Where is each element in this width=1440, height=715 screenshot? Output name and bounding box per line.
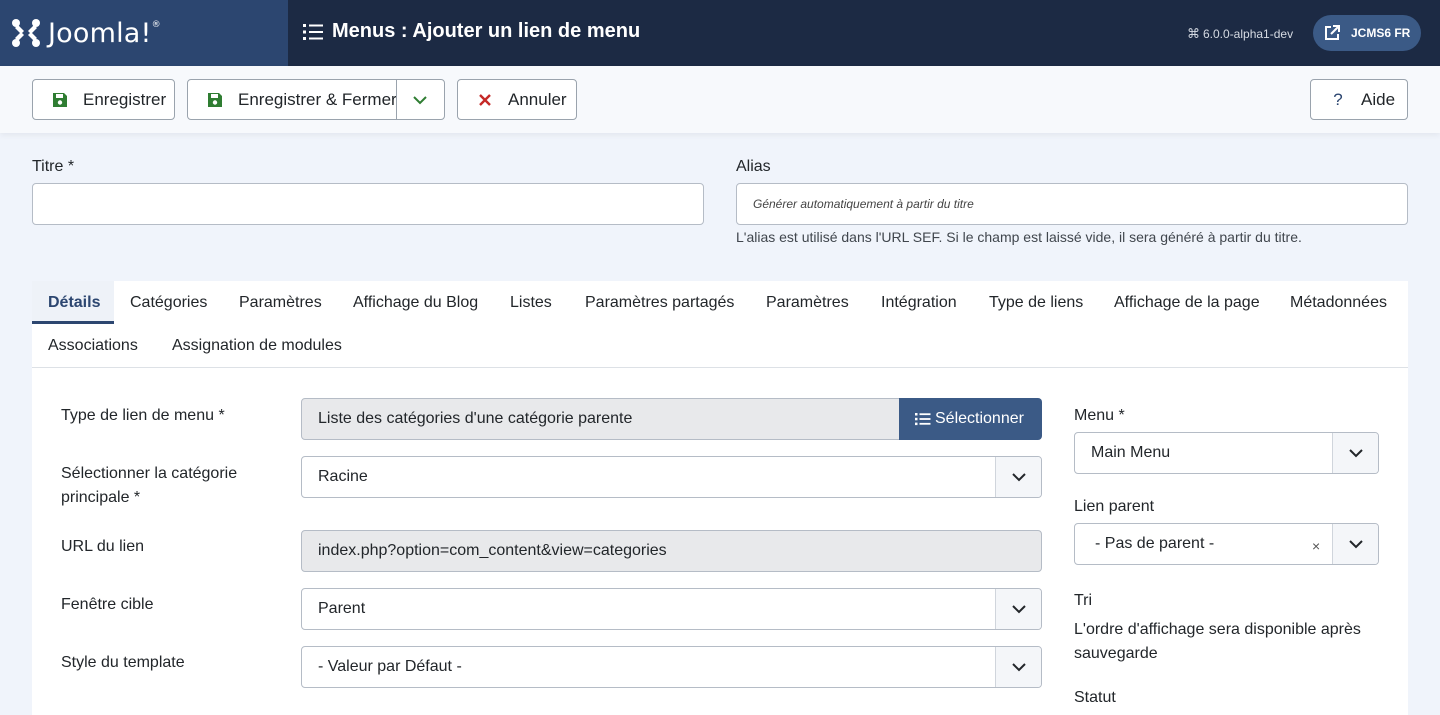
tab-blog-display[interactable]: Affichage du Blog <box>353 294 478 312</box>
template-style-value: - Valeur par Défaut - <box>318 658 462 675</box>
tab-bar: Détails Catégories Paramètres Affichage … <box>32 281 1408 368</box>
chevron-down-icon <box>1348 540 1363 549</box>
save-icon <box>208 92 222 107</box>
template-style-label: Style du template <box>61 654 185 671</box>
target-window-select[interactable]: Parent <box>301 588 1042 630</box>
top-header: Joomla!® Menus : Ajouter un lien de menu… <box>0 0 1440 66</box>
status-label: Statut <box>1074 689 1116 706</box>
save-close-button[interactable]: Enregistrer & Fermer <box>187 79 445 120</box>
button-divider <box>396 80 397 119</box>
target-window-value: Parent <box>318 600 366 617</box>
tab-metadata[interactable]: Métadonnées <box>1290 294 1387 312</box>
clear-parent-icon[interactable]: × <box>1312 538 1320 554</box>
url-label: URL du lien <box>61 538 145 555</box>
version-info: ⌘ 6.0.0-alpha1-dev <box>1187 26 1293 42</box>
title-label: Titre * <box>32 158 75 175</box>
view-site-button[interactable]: JCMS6 FR <box>1313 15 1421 51</box>
url-value: index.php?option=com_content&view=catego… <box>318 542 667 559</box>
tab-integration[interactable]: Intégration <box>881 294 957 312</box>
order-label: Tri <box>1074 592 1093 609</box>
site-label: JCMS6 FR <box>1351 26 1411 40</box>
version-text: 6.0.0-alpha1-dev <box>1203 27 1294 41</box>
help-label: Aide <box>1361 89 1396 109</box>
joomla-small-icon: ⌘ <box>1187 26 1200 41</box>
chevron-down-icon <box>1011 473 1026 482</box>
main-category-label-line1: Sélectionner la catégorie <box>61 465 238 482</box>
logo-text: Joomla!® <box>48 17 161 49</box>
tab-categories[interactable]: Catégories <box>130 294 207 312</box>
order-info-line2: sauvegarde <box>1074 645 1158 662</box>
dropdown-caret <box>995 457 1041 497</box>
cancel-button[interactable]: Annuler <box>457 79 577 120</box>
menu-value: Main Menu <box>1091 444 1171 461</box>
parent-link-value: - Pas de parent - <box>1095 535 1215 552</box>
template-style-select[interactable]: - Valeur par Défaut - <box>301 646 1042 688</box>
page-title-area: Menus : Ajouter un lien de menu <box>303 20 640 43</box>
title-input[interactable] <box>32 183 704 225</box>
help-button[interactable]: ? Aide <box>1310 79 1408 120</box>
select-button-label: Sélectionner <box>935 410 1024 427</box>
save-button[interactable]: Enregistrer <box>32 79 175 120</box>
joomla-logo[interactable]: Joomla!® <box>0 0 288 66</box>
main-category-label: Sélectionner la catégorie principale * <box>61 462 237 510</box>
joomla-logo-icon <box>12 19 40 47</box>
menu-type-field: Liste des catégories d'une catégorie par… <box>301 398 901 440</box>
chevron-down-icon[interactable] <box>412 92 428 108</box>
tab-shared-parameters[interactable]: Paramètres partagés <box>585 294 734 312</box>
tab-lists[interactable]: Listes <box>510 294 552 312</box>
dropdown-caret <box>1332 433 1378 473</box>
menu-select[interactable]: Main Menu <box>1074 432 1379 474</box>
dropdown-caret <box>995 647 1041 687</box>
list-icon <box>915 413 931 426</box>
menu-type-label: Type de lien de menu * <box>61 407 225 424</box>
alias-input[interactable]: Générer automatiquement à partir du titr… <box>736 183 1408 225</box>
menu-type-value: Liste des catégories d'une catégorie par… <box>318 410 633 427</box>
question-icon: ? <box>1333 89 1343 109</box>
parent-link-label: Lien parent <box>1074 498 1155 515</box>
dropdown-caret <box>1332 524 1378 564</box>
target-window-label: Fenêtre cible <box>61 596 154 613</box>
toolbar: Enregistrer Enregistrer & Fermer Annuler… <box>0 66 1440 133</box>
main-category-value: Racine <box>318 468 368 485</box>
external-link-icon <box>1325 25 1340 40</box>
alias-placeholder: Générer automatiquement à partir du titr… <box>753 197 974 211</box>
close-icon <box>479 93 491 106</box>
url-field: index.php?option=com_content&view=catego… <box>301 530 1042 572</box>
cancel-label: Annuler <box>508 89 567 109</box>
chevron-down-icon <box>1011 605 1026 614</box>
page-title: Menus : Ajouter un lien de menu <box>332 20 641 42</box>
tab-module-assignment[interactable]: Assignation de modules <box>172 337 342 355</box>
menu-label: Menu * <box>1074 407 1125 424</box>
save-close-label: Enregistrer & Fermer <box>238 89 397 109</box>
alias-hint: L'alias est utilisé dans l'URL SEF. Si l… <box>736 229 1302 245</box>
save-icon <box>53 92 67 107</box>
chevron-down-icon <box>1011 663 1026 672</box>
tab-page-display[interactable]: Affichage de la page <box>1114 294 1260 312</box>
save-label: Enregistrer <box>83 89 167 109</box>
tab-link-type[interactable]: Type de liens <box>989 294 1083 312</box>
order-info: L'ordre d'affichage sera disponible aprè… <box>1074 618 1361 666</box>
active-tab-underline <box>32 321 114 324</box>
list-icon <box>303 23 323 40</box>
order-info-line1: L'ordre d'affichage sera disponible aprè… <box>1074 621 1361 638</box>
main-category-select[interactable]: Racine <box>301 456 1042 498</box>
tab-details[interactable]: Détails <box>48 294 100 312</box>
tab-parameters-2[interactable]: Paramètres <box>766 294 849 312</box>
select-menu-type-button[interactable]: Sélectionner <box>899 398 1042 440</box>
tab-associations[interactable]: Associations <box>48 337 138 355</box>
alias-label: Alias <box>736 158 771 175</box>
tab-parameters[interactable]: Paramètres <box>239 294 322 312</box>
parent-link-select[interactable]: - Pas de parent - <box>1074 523 1379 565</box>
main-category-label-line2: principale * <box>61 489 141 506</box>
dropdown-caret <box>995 589 1041 629</box>
chevron-down-icon <box>1348 449 1363 458</box>
